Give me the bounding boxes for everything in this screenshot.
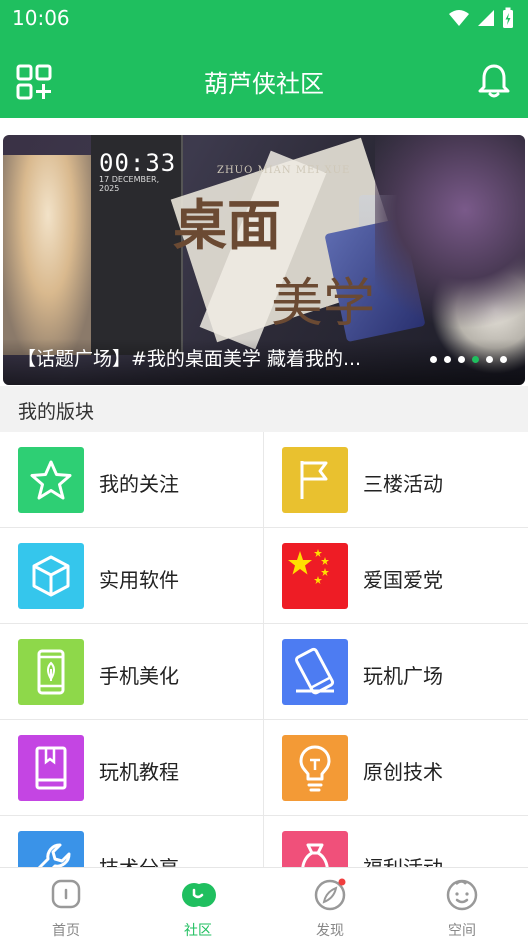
banner-carousel[interactable]: 00:33 17 DECEMBER, 2025 ZHUO MIAN MEI XU… [3,135,525,385]
notification-badge [338,878,346,886]
category-item-tutorials[interactable]: 玩机教程 [0,720,264,816]
wifi-icon [449,10,469,26]
signal-icon [478,10,494,26]
banner-phone-date: 17 DECEMBER, 2025 [99,175,160,193]
bell-icon[interactable] [476,63,512,99]
nav-label: 首页 [52,923,80,939]
status-time: 10:06 [12,6,70,30]
nav-label: 发现 [316,923,344,939]
nav-item-community[interactable]: 社区 [132,876,264,939]
page-title: 葫芦侠社区 [204,70,324,98]
status-icons [448,7,514,29]
phone-leaf-icon [18,639,84,705]
category-label: 实用软件 [99,568,179,592]
star-icon [18,447,84,513]
category-label: 我的关注 [99,472,179,496]
category-item-phone-plaza[interactable]: 玩机广场 [264,624,528,720]
nav-label: 社区 [184,923,212,939]
category-item-beautify[interactable]: 手机美化 [0,624,264,720]
section-header: 我的版块 [0,386,528,432]
category-label: 手机美化 [99,664,179,688]
category-label: 原创技术 [363,760,443,784]
nav-item-home[interactable]: 首页 [0,876,132,939]
banner-dot [486,356,493,363]
nav-item-space[interactable]: 空间 [396,876,528,939]
banner-artwork-text-2: 美学 [271,274,376,334]
banner-artwork-text-1: 桌面 [173,193,281,257]
flag-icon [282,447,348,513]
category-label: 爱国爱党 [363,568,443,592]
category-label: 三楼活动 [363,472,443,496]
banner-dot [500,356,507,363]
book-icon [18,735,84,801]
china-flag-icon [282,543,348,609]
category-label: 玩机教程 [99,760,179,784]
banner-phone-time: 00:33 [99,149,177,177]
home-icon [51,879,81,909]
banner-dot [430,356,437,363]
bottom-nav: 首页 社区 发现 空间 [0,867,528,939]
bulb-icon [282,735,348,801]
banner-person-artwork [3,155,93,355]
battery-icon [503,7,513,28]
category-item-patriotic[interactable]: 爱国爱党 [264,528,528,624]
section-title: 我的版块 [18,401,95,423]
category-item-third-floor[interactable]: 三楼活动 [264,432,528,528]
banner-dot [444,356,451,363]
compass-icon [314,878,346,911]
status-bar: 10:06 [0,0,528,36]
banner-english-text: ZHUO MIAN MEI XUE [217,165,351,176]
category-item-software[interactable]: 实用软件 [0,528,264,624]
phone-tilt-icon [282,639,348,705]
nav-label: 空间 [448,923,476,939]
category-label: 玩机广场 [363,664,443,688]
banner-pagination [430,356,507,363]
category-item-follow[interactable]: 我的关注 [0,432,264,528]
community-icon [182,883,216,907]
face-icon [446,879,478,911]
category-item-original-tech[interactable]: 原创技术 [264,720,528,816]
app-bar: 葫芦侠社区 [0,36,528,118]
cube-icon [18,543,84,609]
banner-caption[interactable]: 【话题广场】#我的桌面美学 藏着我的... [17,344,387,371]
banner-phone-artwork: 00:33 17 DECEMBER, 2025 [91,135,183,355]
banner-dot [472,356,479,363]
banner-dot [458,356,465,363]
nav-item-discover[interactable]: 发现 [264,876,396,939]
